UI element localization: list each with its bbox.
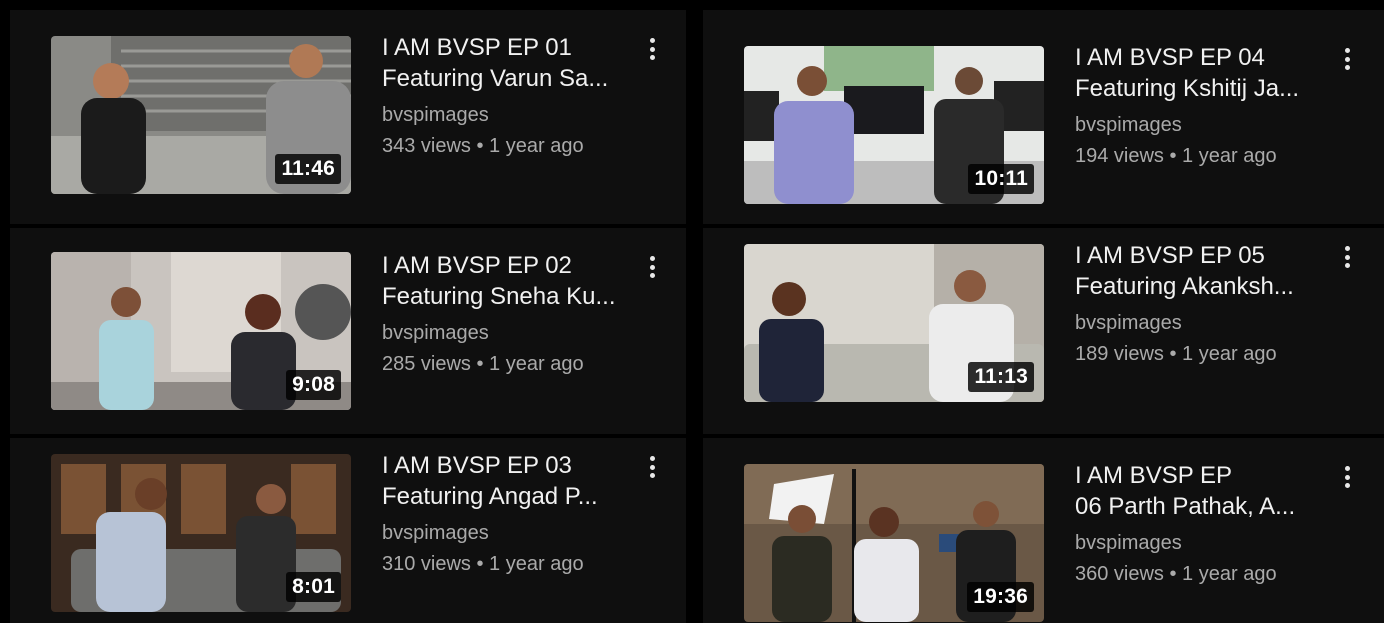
video-stats: 310 views • 1 year ago [382, 553, 584, 575]
channel-name[interactable]: bvspimages [1075, 310, 1325, 336]
video-card-5[interactable]: 11:13 I AM BVSP EP 05 Featuring Akanksh..… [703, 228, 1384, 434]
video-thumbnail[interactable]: 8:01 [51, 454, 351, 612]
video-card-3[interactable]: 8:01 I AM BVSP EP 03 Featuring Angad P...… [10, 438, 686, 623]
video-meta: I AM BVSP EP 06 Parth Pathak, A... bvspim… [1075, 460, 1325, 587]
channel-name[interactable]: bvspimages [1075, 530, 1325, 556]
video-duration: 10:11 [968, 164, 1034, 194]
video-duration: 19:36 [967, 582, 1034, 612]
video-meta: I AM BVSP EP 05 Featuring Akanksh... bvsp… [1075, 240, 1325, 367]
video-stats: 285 views • 1 year ago [382, 353, 584, 375]
video-duration: 11:46 [275, 154, 341, 184]
video-card-2[interactable]: 9:08 I AM BVSP EP 02 Featuring Sneha Ku..… [10, 228, 686, 434]
video-stats: 343 views • 1 year ago [382, 135, 584, 157]
video-card-1[interactable]: 11:46 I AM BVSP EP 01 Featuring Varun Sa.… [10, 10, 686, 224]
video-duration: 9:08 [286, 370, 341, 400]
more-vertical-icon[interactable] [1337, 242, 1357, 272]
video-title[interactable]: I AM BVSP EP 01 Featuring Varun Sa... [382, 32, 632, 94]
video-title[interactable]: I AM BVSP EP 04 Featuring Kshitij Ja... [1075, 42, 1325, 104]
video-title[interactable]: I AM BVSP EP 05 Featuring Akanksh... [1075, 240, 1325, 302]
video-meta: I AM BVSP EP 01 Featuring Varun Sa... bvs… [382, 32, 632, 159]
video-duration: 11:13 [968, 362, 1034, 392]
video-stats: 189 views • 1 year ago [1075, 343, 1277, 365]
video-title[interactable]: I AM BVSP EP 03 Featuring Angad P... [382, 450, 632, 512]
video-title[interactable]: I AM BVSP EP 02 Featuring Sneha Ku... [382, 250, 632, 312]
video-card-6[interactable]: 19:36 I AM BVSP EP 06 Parth Pathak, A... … [703, 438, 1384, 623]
channel-name[interactable]: bvspimages [382, 102, 632, 128]
video-stats: 194 views • 1 year ago [1075, 145, 1277, 167]
video-thumbnail[interactable]: 19:36 [744, 464, 1044, 622]
video-thumbnail[interactable]: 11:13 [744, 244, 1044, 402]
video-title[interactable]: I AM BVSP EP 06 Parth Pathak, A... [1075, 460, 1325, 522]
more-vertical-icon[interactable] [1337, 44, 1357, 74]
more-vertical-icon[interactable] [642, 34, 662, 64]
more-vertical-icon[interactable] [1337, 462, 1357, 492]
channel-name[interactable]: bvspimages [1075, 112, 1325, 138]
video-duration: 8:01 [286, 572, 341, 602]
more-vertical-icon[interactable] [642, 252, 662, 282]
video-meta: I AM BVSP EP 04 Featuring Kshitij Ja... b… [1075, 42, 1325, 169]
video-thumbnail[interactable]: 11:46 [51, 36, 351, 194]
channel-name[interactable]: bvspimages [382, 320, 632, 346]
video-meta: I AM BVSP EP 03 Featuring Angad P... bvsp… [382, 450, 632, 577]
video-thumbnail[interactable]: 9:08 [51, 252, 351, 410]
video-meta: I AM BVSP EP 02 Featuring Sneha Ku... bvs… [382, 250, 632, 377]
more-vertical-icon[interactable] [642, 452, 662, 482]
video-thumbnail[interactable]: 10:11 [744, 46, 1044, 204]
video-card-4[interactable]: 10:11 I AM BVSP EP 04 Featuring Kshitij J… [703, 10, 1384, 224]
video-stats: 360 views • 1 year ago [1075, 563, 1277, 585]
channel-name[interactable]: bvspimages [382, 520, 632, 546]
